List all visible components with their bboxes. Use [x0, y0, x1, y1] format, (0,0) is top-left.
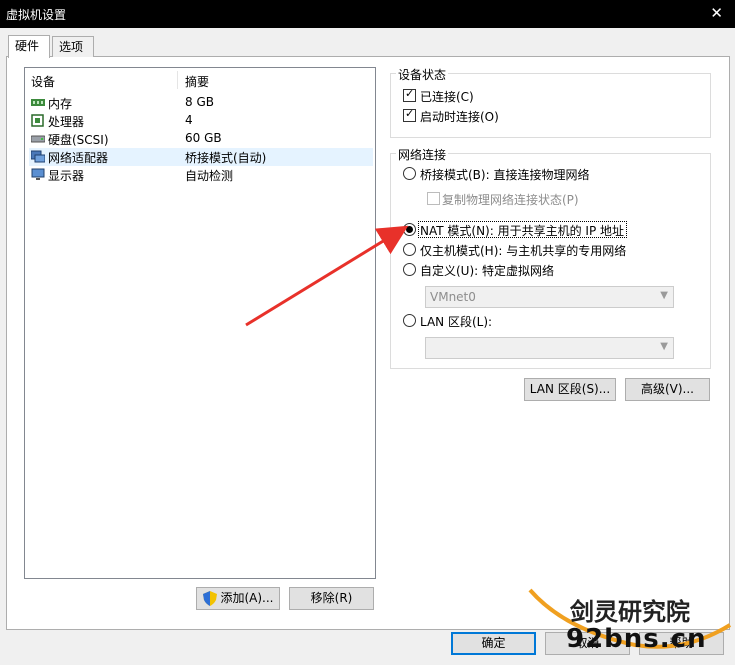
- column-device[interactable]: 设备: [31, 73, 55, 90]
- device-summary: 8 GB: [185, 95, 214, 109]
- replicate-state-label[interactable]: 复制物理网络连接状态(P): [442, 191, 579, 208]
- device-list-header: 设备 摘要: [25, 68, 375, 92]
- lan-segments-label: LAN 区段(S)...: [529, 382, 611, 396]
- connected-checkbox[interactable]: ✓: [403, 87, 416, 102]
- device-summary: 桥接模式(自动): [185, 151, 267, 165]
- advanced-button[interactable]: 高级(V)...: [625, 378, 710, 401]
- window-title: 虚拟机设置: [6, 8, 67, 22]
- device-status-title: 设备状态: [396, 66, 449, 83]
- custom-network-value: VMnet0: [430, 290, 476, 304]
- lan-segment-label[interactable]: LAN 区段(L):: [420, 313, 492, 330]
- add-device-button[interactable]: 添加(A)...: [196, 587, 280, 610]
- custom-network-select[interactable]: VMnet0 ▼: [425, 286, 674, 308]
- nat-radio[interactable]: [403, 223, 416, 236]
- disk-icon: [31, 135, 45, 143]
- custom-label[interactable]: 自定义(U): 特定虚拟网络: [420, 262, 554, 279]
- device-name: 处理器: [48, 115, 85, 129]
- column-summary[interactable]: 摘要: [185, 73, 209, 90]
- add-device-label: 添加(A)...: [220, 591, 274, 605]
- connect-on-start-checkbox[interactable]: ✓: [403, 107, 416, 122]
- bridged-radio[interactable]: [403, 167, 416, 180]
- device-summary: 4: [185, 113, 193, 127]
- lan-segment-select[interactable]: ▼: [425, 337, 674, 359]
- tab-options[interactable]: 选项: [52, 36, 94, 57]
- tab-hardware[interactable]: 硬件: [8, 35, 50, 58]
- connect-on-start-label[interactable]: 启动时连接(O): [420, 108, 499, 125]
- remove-device-button[interactable]: 移除(R): [289, 587, 374, 610]
- device-name: 硬盘(SCSI): [48, 133, 109, 147]
- advanced-label: 高级(V)...: [640, 382, 695, 396]
- device-row-network-adapter[interactable]: 网络适配器 桥接模式(自动): [29, 148, 373, 166]
- device-summary: 60 GB: [185, 131, 222, 145]
- device-row-display[interactable]: 显示器 自动检测: [29, 166, 373, 184]
- remove-device-label: 移除(R): [310, 591, 353, 605]
- title-bar: 虚拟机设置 ✕: [0, 0, 735, 28]
- host-only-radio[interactable]: [403, 243, 416, 256]
- close-icon[interactable]: ✕: [710, 4, 723, 22]
- device-row-disk[interactable]: 硬盘(SCSI) 60 GB: [29, 130, 373, 148]
- custom-radio[interactable]: [403, 263, 416, 276]
- nat-label[interactable]: NAT 模式(N): 用于共享主机的 IP 地址: [420, 222, 624, 239]
- tab-hardware-label: 硬件: [15, 39, 40, 53]
- device-name: 内存: [48, 97, 73, 111]
- chevron-down-icon: ▼: [660, 290, 668, 301]
- network-adapter-icon: [31, 150, 45, 163]
- host-only-label[interactable]: 仅主机模式(H): 与主机共享的专用网络: [420, 242, 626, 259]
- watermark-line1: 剑灵研究院: [570, 598, 690, 626]
- device-list[interactable]: 设备 摘要 内存 8 GB 处理器 4 硬盘(SCSI) 60 GB 网络适配器…: [24, 67, 376, 579]
- device-summary: 自动检测: [185, 169, 234, 183]
- chevron-down-icon: ▼: [660, 341, 668, 352]
- display-icon: [31, 168, 45, 180]
- replicate-state-checkbox[interactable]: [427, 192, 440, 205]
- ok-button[interactable]: 确定: [451, 632, 536, 655]
- lan-segments-button[interactable]: LAN 区段(S)...: [524, 378, 616, 401]
- connected-label[interactable]: 已连接(C): [420, 88, 474, 105]
- lan-segment-radio[interactable]: [403, 314, 416, 327]
- device-row-memory[interactable]: 内存 8 GB: [29, 94, 373, 112]
- bridged-label[interactable]: 桥接模式(B): 直接连接物理网络: [420, 166, 589, 183]
- device-name: 网络适配器: [48, 151, 109, 165]
- shield-icon: [203, 591, 217, 606]
- tab-options-label: 选项: [59, 40, 84, 54]
- vm-settings-dialog: 虚拟机设置 ✕ 硬件 选项 设备 摘要 内存 8 GB 处理器 4 硬盘(SCS…: [0, 0, 735, 665]
- device-row-processor[interactable]: 处理器 4: [29, 112, 373, 130]
- memory-icon: [31, 99, 45, 106]
- watermark-line2: 92bns.cn: [566, 624, 707, 654]
- ok-label: 确定: [481, 636, 506, 650]
- cpu-icon: [31, 114, 44, 127]
- network-connection-title: 网络连接: [396, 146, 449, 163]
- device-name: 显示器: [48, 169, 85, 183]
